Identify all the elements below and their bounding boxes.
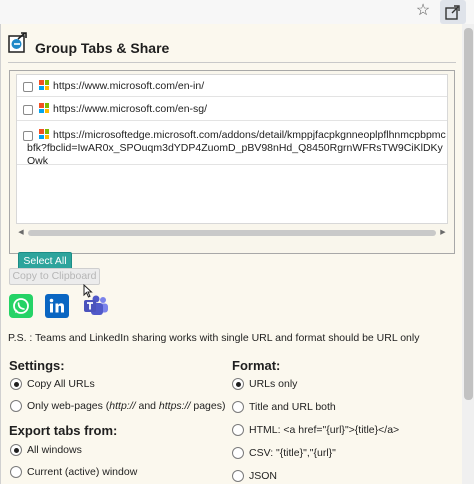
option-html[interactable]: HTML: <a href="{url}">{title}</a>: [232, 424, 452, 438]
url-row[interactable]: https://www.microsoft.com/en-in/: [17, 75, 447, 97]
url-text: https://www.microsoft.com/en-sg/: [53, 103, 208, 115]
radio-button[interactable]: [232, 401, 244, 413]
star-outline-icon[interactable]: ☆: [414, 2, 432, 20]
scrollbar-thumb[interactable]: [464, 28, 473, 400]
extension-popup: Group Tabs & Share https://www.microsoft…: [0, 24, 474, 484]
radio-button[interactable]: [232, 378, 244, 390]
header-divider: [8, 62, 456, 63]
page-title: Group Tabs & Share: [35, 40, 170, 56]
group-tabs-extension-button[interactable]: [440, 0, 466, 24]
option-copy-all-urls[interactable]: Copy All URLs: [10, 378, 210, 392]
option-label: Only web-pages (http:// and https:// pag…: [27, 400, 226, 412]
option-csv[interactable]: CSV: "{title}","{url}": [232, 447, 432, 461]
option-title-and-url[interactable]: Title and URL both: [232, 401, 432, 415]
radio-button[interactable]: [10, 466, 22, 478]
teams-icon[interactable]: [83, 294, 108, 318]
url-checkbox[interactable]: [23, 105, 33, 115]
settings-heading: Settings:: [9, 358, 65, 373]
option-all-windows[interactable]: All windows: [10, 444, 210, 458]
whatsapp-icon[interactable]: [9, 294, 33, 318]
radio-button[interactable]: [232, 424, 244, 436]
popup-header: Group Tabs & Share: [8, 32, 458, 62]
linkedin-icon[interactable]: [45, 294, 69, 318]
microsoft-logo-icon: [39, 103, 49, 113]
share-icons: [9, 294, 119, 320]
option-current-window[interactable]: Current (active) window: [10, 466, 210, 480]
url-row[interactable]: https://www.microsoft.com/en-sg/: [17, 97, 447, 121]
browser-toolbar: ☆: [0, 0, 474, 24]
scrollbar-thumb[interactable]: [28, 230, 436, 236]
url-list[interactable]: https://www.microsoft.com/en-in/ https:/…: [16, 74, 448, 224]
app-logo-icon: [8, 32, 27, 53]
option-json[interactable]: JSON: [232, 470, 432, 484]
option-urls-only[interactable]: URLs only: [232, 378, 432, 392]
microsoft-logo-icon: [39, 80, 49, 90]
scroll-right-icon[interactable]: ▶: [438, 228, 448, 238]
format-heading: Format:: [232, 358, 281, 373]
url-text: https://www.microsoft.com/en-in/: [53, 80, 205, 92]
url-text: https://microsoftedge.microsoft.com/addo…: [27, 129, 446, 167]
share-arrow-icon: [445, 5, 460, 20]
tab-list-panel: https://www.microsoft.com/en-in/ https:/…: [9, 70, 455, 271]
option-only-web-pages[interactable]: Only web-pages (http:// and https:// pag…: [10, 400, 230, 414]
radio-button[interactable]: [232, 447, 244, 459]
radio-button[interactable]: [232, 470, 244, 482]
share-note: P.S. : Teams and LinkedIn sharing works …: [8, 332, 420, 344]
radio-button[interactable]: [10, 444, 22, 456]
vertical-scrollbar[interactable]: [462, 24, 474, 484]
copy-to-clipboard-button[interactable]: Copy to Clipboard: [9, 268, 100, 285]
export-heading: Export tabs from:: [9, 423, 118, 438]
scroll-left-icon[interactable]: ◀: [16, 228, 26, 238]
horizontal-scrollbar[interactable]: ◀ ▶: [16, 228, 448, 238]
url-row[interactable]: https://microsoftedge.microsoft.com/addo…: [17, 121, 447, 167]
radio-button[interactable]: [10, 400, 22, 412]
url-checkbox[interactable]: [23, 82, 33, 92]
radio-button[interactable]: [10, 378, 22, 390]
